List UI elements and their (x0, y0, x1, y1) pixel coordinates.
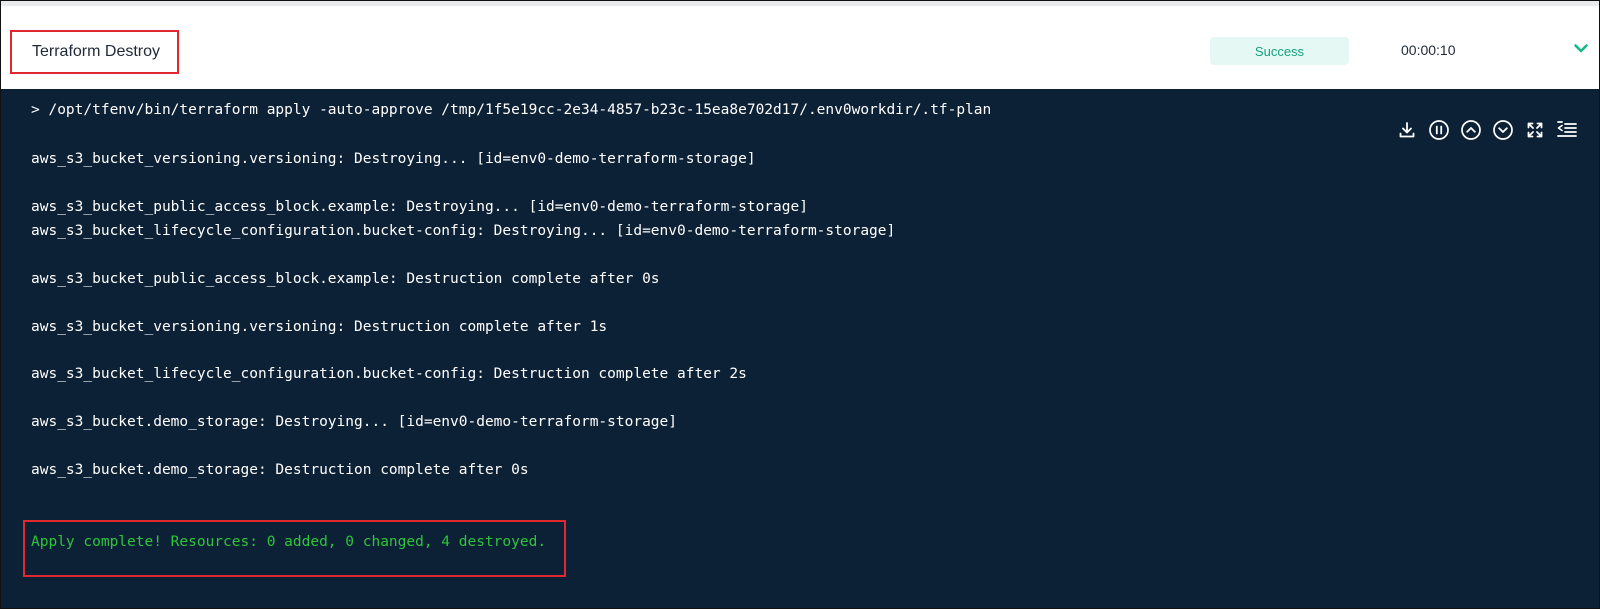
scroll-down-button[interactable] (1492, 119, 1514, 141)
collapse-list-button[interactable] (1556, 119, 1578, 141)
result-highlight-box (23, 520, 566, 577)
step-header[interactable]: Terraform Destroy Success 00:00:10 (1, 6, 1599, 89)
terminal-output[interactable]: > /opt/tfenv/bin/terraform apply -auto-a… (1, 89, 1599, 608)
chevron-down-icon[interactable] (1573, 40, 1589, 56)
status-badge: Success (1210, 37, 1349, 65)
step-duration: 00:00:10 (1401, 42, 1456, 58)
log-line: aws_s3_bucket_versioning.versioning: Des… (31, 319, 608, 335)
log-line: aws_s3_bucket_public_access_block.exampl… (31, 271, 660, 287)
log-toolbar (1396, 119, 1578, 141)
download-button[interactable] (1396, 119, 1418, 141)
scroll-up-icon (1461, 120, 1481, 140)
step-title: Terraform Destroy (10, 30, 179, 74)
log-line: aws_s3_bucket.demo_storage: Destruction … (31, 462, 529, 478)
log-line: aws_s3_bucket_lifecycle_configuration.bu… (31, 223, 896, 239)
log-line: aws_s3_bucket_public_access_block.exampl… (31, 199, 808, 215)
download-icon (1399, 122, 1415, 138)
deployment-step-panel: Terraform Destroy Success 00:00:10 > /op… (0, 0, 1600, 609)
fullscreen-button[interactable] (1524, 119, 1546, 141)
collapse-list-icon (1557, 121, 1577, 137)
log-line: aws_s3_bucket_versioning.versioning: Des… (31, 151, 756, 167)
pause-icon (1429, 120, 1449, 140)
fullscreen-icon (1527, 122, 1543, 138)
pause-button[interactable] (1428, 119, 1450, 141)
log-line: aws_s3_bucket_lifecycle_configuration.bu… (31, 366, 747, 382)
scroll-down-icon (1493, 120, 1513, 140)
log-command-line: > /opt/tfenv/bin/terraform apply -auto-a… (31, 102, 992, 118)
scroll-up-button[interactable] (1460, 119, 1482, 141)
log-line: aws_s3_bucket.demo_storage: Destroying..… (31, 414, 678, 430)
